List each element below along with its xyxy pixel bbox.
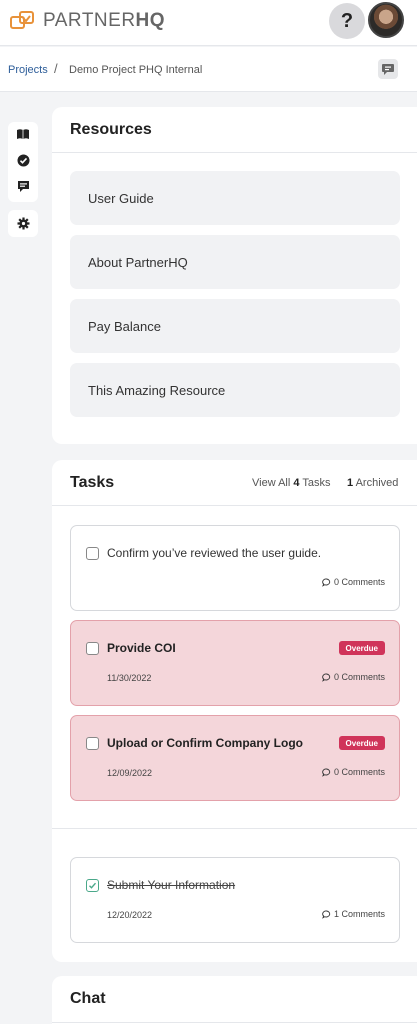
side-nav <box>8 122 38 202</box>
task-item-completed[interactable]: Submit Your Information 12/20/2022 1 Com… <box>70 857 400 943</box>
book-icon[interactable] <box>16 127 30 141</box>
task-checkbox[interactable] <box>86 737 99 750</box>
partnerhq-logo[interactable]: PARTNERHQ <box>9 9 165 33</box>
task-checkbox-checked[interactable] <box>86 879 99 892</box>
logo-mark-icon <box>10 11 34 29</box>
brand-name: PARTNERHQ <box>43 10 166 31</box>
chat-toggle-button[interactable] <box>378 59 398 79</box>
resource-item-label: Pay Balance <box>88 318 161 334</box>
comment-icon <box>322 910 331 919</box>
breadcrumb-projects-link[interactable]: Projects <box>8 64 48 76</box>
divider <box>52 828 417 829</box>
task-due-date: 12/20/2022 <box>107 910 153 920</box>
task-item-overdue[interactable]: Provide COI Overdue 11/30/2022 0 Comment… <box>70 620 400 706</box>
chat-bubble-icon[interactable] <box>16 179 30 193</box>
task-due-date: 11/30/2022 <box>107 673 152 683</box>
task-due-date: 12/09/2022 <box>107 768 153 778</box>
view-all-tasks-link[interactable]: View All 4 Tasks <box>252 477 331 489</box>
resource-item-label: This Amazing Resource <box>88 382 226 398</box>
resources-title: Resources <box>70 121 152 138</box>
resource-item-label: User Guide <box>88 190 154 206</box>
check-icon <box>89 882 97 889</box>
divider <box>52 152 417 153</box>
task-checkbox[interactable] <box>86 642 99 655</box>
overdue-badge: Overdue <box>338 736 385 750</box>
user-avatar[interactable] <box>368 2 404 38</box>
comment-icon <box>322 578 331 587</box>
top-bar: PARTNERHQ ? <box>0 0 417 46</box>
task-item[interactable]: Confirm you’ve reviewed the user guide. … <box>70 525 400 611</box>
divider <box>52 1022 417 1023</box>
resource-item-label: About PartnerHQ <box>88 254 188 270</box>
chat-bubble-icon <box>382 64 394 75</box>
breadcrumb: Projects / Demo Project PHQ Internal <box>0 47 417 92</box>
help-button[interactable]: ? <box>329 3 365 39</box>
chat-title: Chat <box>70 990 106 1007</box>
task-title: Confirm you’ve reviewed the user guide. <box>107 546 322 560</box>
resource-item-pay-balance[interactable]: Pay Balance <box>70 299 400 353</box>
task-checkbox[interactable] <box>86 547 99 560</box>
task-title: Upload or Confirm Company Logo <box>107 736 303 750</box>
task-comments[interactable]: 0 Comments <box>322 767 385 777</box>
chat-card: Chat <box>52 976 417 1024</box>
comment-icon <box>322 768 331 777</box>
task-item-overdue[interactable]: Upload or Confirm Company Logo Overdue 1… <box>70 715 400 801</box>
task-title: Submit Your Information <box>107 878 236 892</box>
help-icon: ? <box>340 9 354 32</box>
resource-item-this-amazing-resource[interactable]: This Amazing Resource <box>70 363 400 417</box>
task-title: Provide COI <box>107 641 176 655</box>
settings-nav <box>8 210 38 237</box>
tasks-card: Tasks View All 4 Tasks 1 Archived Confir… <box>52 460 417 962</box>
check-circle-icon[interactable] <box>16 153 30 167</box>
archived-tasks-link[interactable]: 1 Archived <box>347 477 398 489</box>
tasks-title: Tasks <box>70 474 115 491</box>
breadcrumb-separator: / <box>54 61 58 76</box>
gear-icon[interactable] <box>16 216 30 230</box>
task-comments[interactable]: 1 Comments <box>322 909 385 919</box>
resources-card: Resources User Guide About PartnerHQ Pay… <box>52 107 417 444</box>
comment-icon <box>322 673 331 682</box>
overdue-badge: Overdue <box>338 641 385 655</box>
task-comments[interactable]: 0 Comments <box>322 577 385 587</box>
resource-item-user-guide[interactable]: User Guide <box>70 171 400 225</box>
task-comments[interactable]: 0 Comments <box>322 672 385 682</box>
divider <box>52 505 417 506</box>
breadcrumb-current: Demo Project PHQ Internal <box>69 64 203 76</box>
resource-item-about-partnerhq[interactable]: About PartnerHQ <box>70 235 400 289</box>
